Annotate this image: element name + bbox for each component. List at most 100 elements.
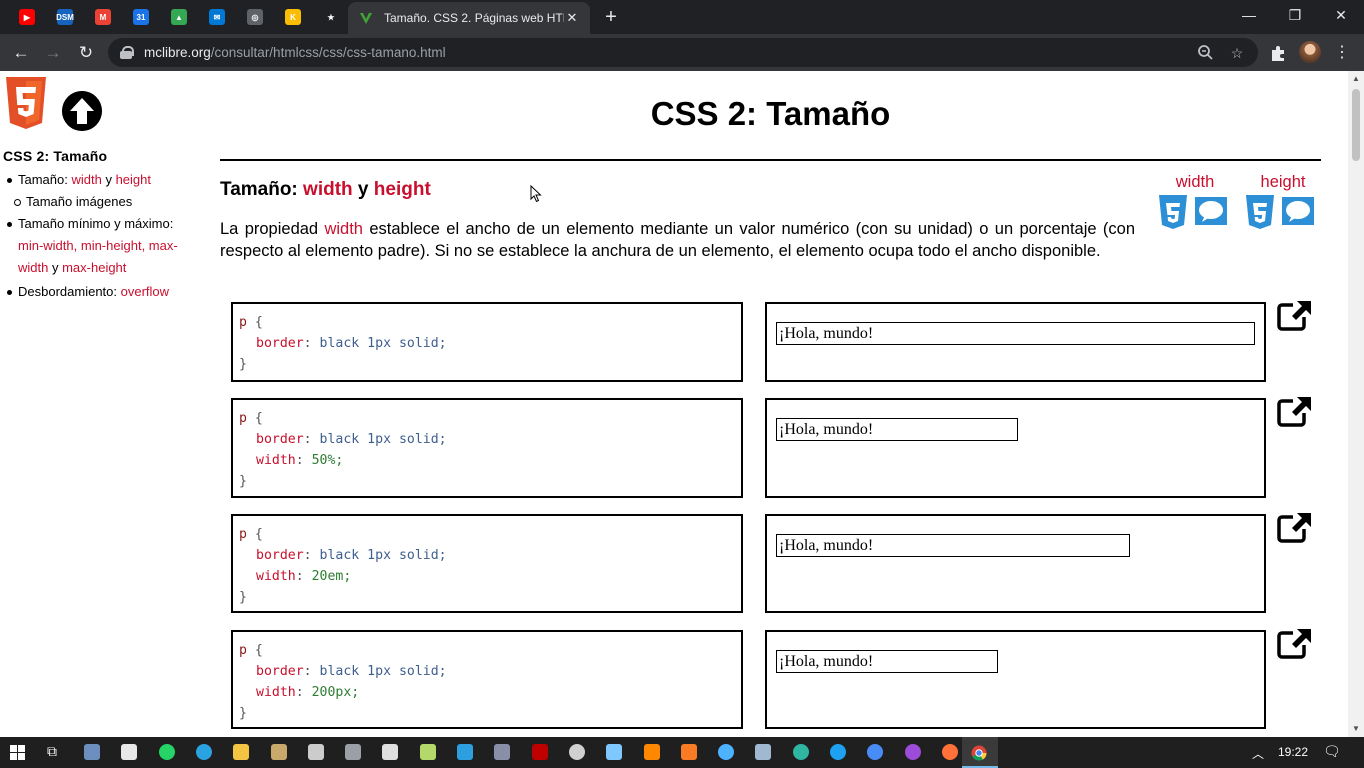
intro-link-width[interactable]: width <box>324 220 363 238</box>
bookmarks-icon: ★ <box>323 9 339 25</box>
taskbar-notes-icon[interactable] <box>382 744 399 760</box>
taskbar-app-lines-icon[interactable] <box>494 744 511 760</box>
code-selector: p <box>239 315 247 330</box>
sidebar-link-width[interactable]: width <box>71 172 101 187</box>
taskbar-keyboard-icon[interactable] <box>84 744 100 760</box>
taskbar-internet-explorer-icon[interactable] <box>830 744 846 760</box>
sidebar-item-minmax-and: y <box>48 260 63 275</box>
task-view-icon[interactable]: ⧉ <box>47 743 57 760</box>
css-spec-width-icon[interactable] <box>1157 195 1189 229</box>
section-heading-height: height <box>373 179 431 200</box>
taskbar-filezilla-icon[interactable] <box>531 744 548 760</box>
tab-close-icon[interactable]: ✕ <box>564 10 580 26</box>
open-example-2-icon[interactable] <box>1277 395 1313 427</box>
css-spec-height-icon[interactable] <box>1244 195 1276 229</box>
code-value: black 1px solid; <box>319 664 447 679</box>
taskbar-xampp-icon[interactable] <box>680 744 697 760</box>
notifications-icon[interactable]: 🗨 <box>1323 743 1341 760</box>
pinned-tab-calendar[interactable]: 31 <box>130 6 152 28</box>
profile-avatar[interactable] <box>1299 41 1321 63</box>
sidebar-link-overflow[interactable]: overflow <box>121 284 169 299</box>
title-divider <box>220 159 1321 161</box>
section-heading-prefix: Tamaño: <box>220 179 304 200</box>
restore-button[interactable]: ❐ <box>1280 4 1310 26</box>
zoom-icon[interactable] <box>1196 43 1216 63</box>
code-close-brace: } <box>239 474 247 489</box>
scroll-down-icon[interactable]: ▼ <box>1352 725 1360 733</box>
tray-chevron-icon[interactable]: ︿ <box>1252 745 1264 762</box>
sidebar-minmax-sep2: , <box>141 238 149 253</box>
bookmark-star-icon[interactable]: ☆ <box>1227 43 1247 63</box>
gmail-icon: M <box>95 9 111 25</box>
code-value: black 1px solid; <box>319 336 447 351</box>
taskbar-virtualbox-icon[interactable] <box>606 744 623 760</box>
pinned-tab-dsm[interactable]: DSM <box>54 6 76 28</box>
tab-strip: ▶ DSM M 31 ▲ ✉ ◎ K ★ Tamaño. CSS 2. Páginas web … <box>0 0 1364 34</box>
open-example-3-icon[interactable] <box>1277 511 1313 543</box>
sidebar-link-min-height[interactable]: min-height <box>81 238 142 253</box>
sidebar-link-min-width[interactable]: min-width <box>18 238 74 253</box>
windows-start-icon[interactable] <box>10 745 25 760</box>
windows-taskbar: ⧉ ︿ 19:22 🗨 <box>0 737 1364 768</box>
pinned-tab-mail[interactable]: ✉ <box>206 6 228 28</box>
taskbar-vlc-icon[interactable] <box>643 744 660 760</box>
pinned-tab-drive[interactable]: ▲ <box>168 6 190 28</box>
code-close-brace: } <box>239 706 247 721</box>
taskbar-whatsapp-icon[interactable] <box>158 744 175 760</box>
taskbar-firefox-dev-icon[interactable] <box>904 744 921 760</box>
page-scrollbar[interactable]: ▲ ▼ <box>1348 71 1364 737</box>
code-close-brace: } <box>239 357 247 372</box>
sidebar-link-max-height[interactable]: max-height <box>62 260 126 275</box>
new-tab-button[interactable]: + <box>600 6 622 28</box>
open-example-4-icon[interactable] <box>1277 627 1313 659</box>
youtube-icon: ▶ <box>19 9 35 25</box>
mdn-width-icon[interactable] <box>1193 195 1229 229</box>
scroll-up-icon[interactable]: ▲ <box>1352 75 1360 83</box>
taskbar-chromium-icon[interactable] <box>867 744 884 760</box>
lock-icon[interactable] <box>120 46 134 59</box>
reload-button[interactable]: ↻ <box>75 42 97 64</box>
pinned-tab-gmail[interactable]: M <box>92 6 114 28</box>
taskbar-app-circle-icon[interactable] <box>568 744 585 760</box>
code-value: black 1px solid; <box>319 432 447 447</box>
taskbar-terminal-icon[interactable] <box>307 744 324 760</box>
html5-logo-icon[interactable] <box>4 77 48 129</box>
taskbar-file-explorer-icon[interactable] <box>233 744 250 760</box>
pinned-tab-bookmarks[interactable]: ★ <box>320 6 342 28</box>
taskbar-media-player-icon[interactable] <box>718 744 735 760</box>
back-button[interactable]: ← <box>10 42 32 64</box>
minimize-button[interactable]: — <box>1234 4 1264 26</box>
sidebar-subitem-images[interactable]: Tamaño imágenes <box>14 191 193 213</box>
taskbar-app-chart-icon[interactable] <box>270 744 287 760</box>
ref-link-height[interactable]: height <box>1252 173 1314 192</box>
open-example-1-icon[interactable] <box>1277 299 1313 331</box>
sidebar-item-size: Tamaño: width y height <box>7 169 193 191</box>
code-example-1: p { border: black 1px solid; } <box>231 302 743 382</box>
taskbar-clock[interactable]: 19:22 <box>1278 745 1308 759</box>
taskbar-vscode-icon[interactable] <box>457 744 473 760</box>
code-width-property: width <box>256 569 296 584</box>
close-window-button[interactable]: ✕ <box>1326 4 1356 26</box>
scroll-thumb[interactable] <box>1352 89 1360 161</box>
taskbar-telegram-icon[interactable] <box>195 744 212 760</box>
section-heading-width: width <box>303 179 353 200</box>
taskbar-app-game-icon[interactable] <box>345 744 362 760</box>
chrome-menu-icon[interactable]: ⋮ <box>1332 43 1352 63</box>
taskbar-remote-desktop-icon[interactable] <box>755 744 772 760</box>
pinned-tab-youtube[interactable]: ▶ <box>16 6 38 28</box>
address-bar[interactable]: mclibre.org/consultar/htmlcss/css/css-ta… <box>108 38 1258 67</box>
active-tab[interactable]: Tamaño. CSS 2. Páginas web HTM ✕ <box>348 2 590 34</box>
forward-button[interactable]: → <box>42 42 64 64</box>
taskbar-app-dark-icon[interactable] <box>121 744 138 760</box>
sidebar-link-height[interactable]: height <box>116 172 151 187</box>
taskbar-chrome-icon[interactable] <box>971 745 987 761</box>
taskbar-notepad-icon[interactable] <box>419 744 436 760</box>
pinned-tab-keep[interactable]: K <box>282 6 304 28</box>
extensions-icon[interactable] <box>1268 43 1288 63</box>
taskbar-firefox-icon[interactable] <box>941 744 958 760</box>
taskbar-edge-icon[interactable] <box>792 744 809 760</box>
mdn-height-icon[interactable] <box>1280 195 1316 229</box>
ref-link-width[interactable]: width <box>1166 173 1224 192</box>
pinned-tab-chrome-app[interactable]: ◎ <box>244 6 266 28</box>
go-up-icon[interactable] <box>62 91 102 131</box>
